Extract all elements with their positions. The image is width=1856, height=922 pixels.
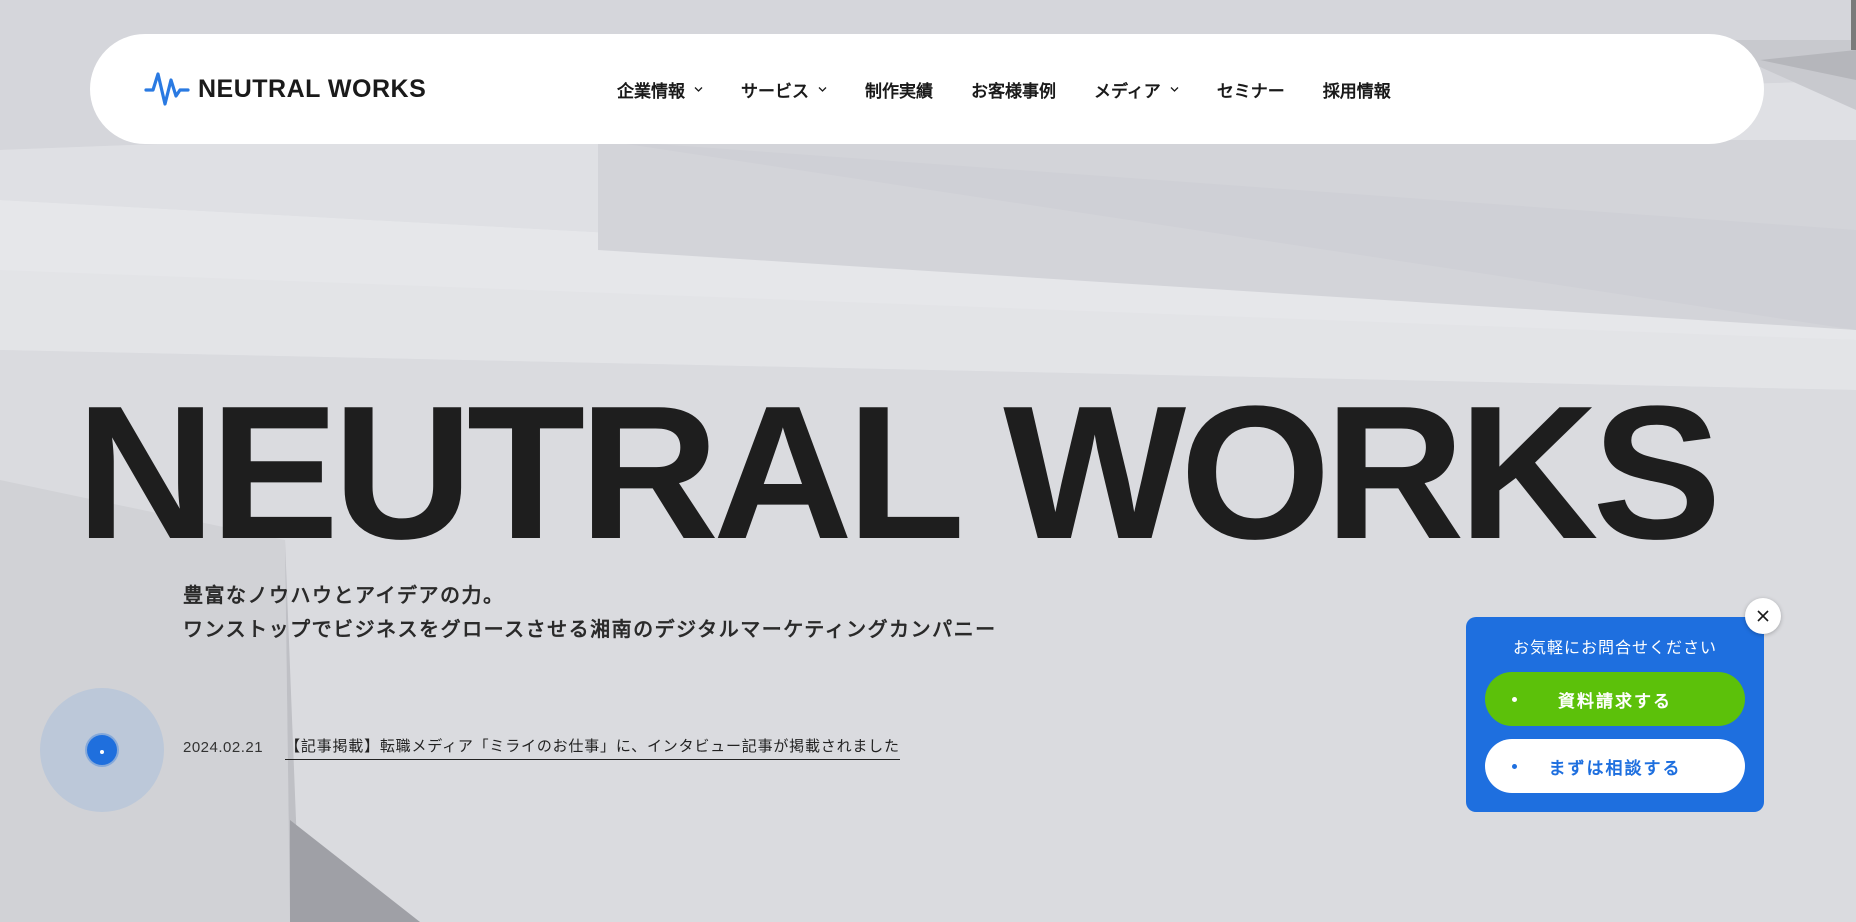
news-headline-link[interactable]: 【記事掲載】転職メディア「ミライのお仕事」に、インタビュー記事が掲載されました	[285, 735, 900, 760]
scrollbar-thumb[interactable]	[1851, 0, 1856, 50]
news-date: 2024.02.21	[183, 739, 264, 756]
cursor-dot	[87, 735, 117, 765]
cursor-circle[interactable]	[40, 688, 164, 812]
site-header: NEUTRAL WORKS 企業情報 サービス 制作実績 お客様事例 メディア …	[90, 34, 1764, 144]
nav-label: セミナー	[1216, 81, 1285, 102]
nav-item-recruit[interactable]: 採用情報	[1323, 77, 1391, 102]
nav-item-case-studies[interactable]: お客様事例	[971, 77, 1056, 102]
request-docs-label: 資料請求する	[1558, 691, 1672, 712]
chevron-down-icon	[694, 86, 703, 92]
nav-label: メディア	[1094, 81, 1161, 102]
main-nav: 企業情報 サービス 制作実績 お客様事例 メディア セミナー 採用情報	[617, 34, 1429, 144]
hero-title: NEUTRAL WORKS	[76, 367, 1722, 579]
nav-label: 企業情報	[617, 81, 685, 102]
widget-close-button[interactable]	[1745, 598, 1781, 634]
news-ticker: 2024.02.21 【記事掲載】転職メディア「ミライのお仕事」に、インタビュー…	[183, 735, 900, 760]
pulse-logo-icon	[144, 72, 190, 106]
tagline-line-1: 豊富なノウハウとアイデアの力。	[183, 583, 505, 607]
chevron-down-icon	[1170, 86, 1179, 92]
chevron-down-icon	[818, 86, 827, 92]
contact-widget: お気軽にお問合せください 資料請求する まずは相談する	[1466, 617, 1764, 812]
hero-tagline: 豊富なノウハウとアイデアの力。 ワンストップでビジネスをグロースさせる湘南のデジ…	[183, 578, 997, 646]
nav-label: サービス	[741, 81, 809, 102]
nav-item-works[interactable]: 制作実績	[865, 77, 933, 102]
nav-item-services[interactable]: サービス	[741, 77, 827, 102]
bullet-dot-icon	[1512, 697, 1517, 702]
nav-label: 制作実績	[865, 81, 933, 102]
close-icon	[1757, 610, 1769, 622]
nav-label: 採用情報	[1322, 81, 1391, 102]
nav-item-media[interactable]: メディア	[1094, 77, 1179, 102]
bullet-dot-icon	[1512, 764, 1517, 769]
nav-label: お客様事例	[971, 81, 1056, 102]
logo-text: NEUTRAL WORKS	[198, 74, 427, 103]
widget-title: お気軽にお問合せください	[1512, 638, 1717, 657]
tagline-line-2: ワンストップでビジネスをグロースさせる湘南のデジタルマーケティングカンパニー	[183, 617, 997, 641]
nav-item-seminar[interactable]: セミナー	[1217, 77, 1285, 102]
site-logo[interactable]: NEUTRAL WORKS	[144, 68, 426, 110]
nav-item-company[interactable]: 企業情報	[617, 77, 703, 102]
consult-label: まずは相談する	[1548, 758, 1682, 779]
consult-button[interactable]: まずは相談する	[1485, 739, 1745, 793]
request-docs-button[interactable]: 資料請求する	[1485, 672, 1745, 726]
